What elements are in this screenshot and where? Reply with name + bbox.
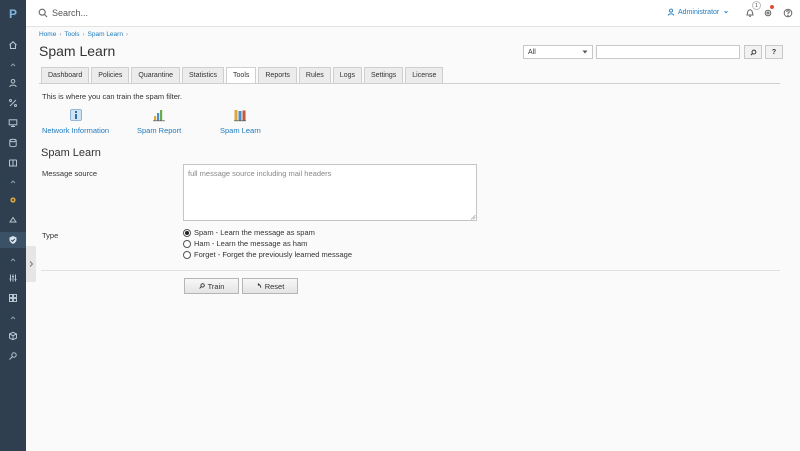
notification-count-badge: 1 <box>752 1 761 10</box>
breadcrumb: Home › Tools › Spam Learn › <box>39 31 128 38</box>
tool-spam-report-label: Spam Report <box>137 126 182 135</box>
tab-rules[interactable]: Rules <box>298 67 331 83</box>
chevron-up-icon[interactable] <box>0 174 26 190</box>
user-menu[interactable]: Administrator <box>667 8 730 16</box>
tab-quarantine[interactable]: Quarantine <box>131 67 181 83</box>
radio-option-ham[interactable]: Ham - Learn the message as ham <box>183 239 307 248</box>
tab-policies[interactable]: Policies <box>91 67 130 83</box>
database-icon[interactable] <box>0 135 26 151</box>
breadcrumb-tools[interactable]: Tools <box>64 31 79 38</box>
resize-grip-icon[interactable] <box>470 214 476 220</box>
recycle-icon[interactable] <box>0 212 26 228</box>
radio-selected-dot <box>185 230 189 235</box>
box-icon[interactable] <box>0 328 26 344</box>
filter-search-input[interactable] <box>596 45 740 59</box>
radio-spam[interactable] <box>183 228 191 237</box>
breadcrumb-separator-icon: › <box>82 31 85 38</box>
chevron-up-icon[interactable] <box>0 252 26 268</box>
message-source-textarea[interactable] <box>183 164 477 221</box>
chevron-down-icon <box>724 10 729 14</box>
breadcrumb-separator-icon: › <box>59 31 62 38</box>
spam-report-icon <box>153 110 166 122</box>
train-button[interactable]: Train <box>184 278 239 294</box>
train-button-label: Train <box>207 281 225 291</box>
sidebar-toggle[interactable] <box>26 246 36 282</box>
filter-select-value: All <box>528 48 536 56</box>
user-name: Administrator <box>678 8 720 16</box>
gear-icon[interactable] <box>0 192 26 208</box>
user-icon <box>667 8 675 16</box>
radio-ham[interactable] <box>183 239 191 248</box>
tool-spam-report[interactable]: Spam Report <box>137 108 181 135</box>
radio-ham-label: Ham - Learn the message as ham <box>194 239 308 248</box>
search-icon <box>38 8 48 18</box>
tool-network-information-label: Network Information <box>42 126 110 135</box>
percent-icon[interactable] <box>0 95 26 111</box>
settings-icon[interactable] <box>763 8 773 18</box>
intro-text: This is where you can train the spam fil… <box>42 92 183 101</box>
tab-logs[interactable]: Logs <box>332 67 362 83</box>
grid-icon[interactable] <box>0 290 26 306</box>
home-icon[interactable] <box>0 37 26 53</box>
search-input[interactable] <box>52 6 252 20</box>
tool-network-information[interactable]: Network Information <box>42 108 109 135</box>
undo-icon <box>257 283 261 288</box>
radio-forget-label: Forget - Forget the previously learned m… <box>194 250 352 259</box>
tab-license[interactable]: License <box>405 67 444 83</box>
radio-spam-label: Spam - Learn the message as spam <box>194 228 315 237</box>
form-divider <box>41 270 780 271</box>
monitor-icon[interactable] <box>0 115 26 131</box>
chevron-up-icon[interactable] <box>0 57 26 73</box>
tab-divider <box>39 83 780 84</box>
reset-button[interactable]: Reset <box>242 278 298 294</box>
tab-reports[interactable]: Reports <box>258 67 297 83</box>
tab-tools[interactable]: Tools <box>226 67 257 83</box>
radio-option-forget[interactable]: Forget - Forget the previously learned m… <box>183 250 352 259</box>
dropdown-arrow-icon <box>582 50 588 54</box>
section-title: Spam Learn <box>41 147 101 159</box>
filter-select[interactable]: All <box>523 45 593 59</box>
wrench-icon[interactable] <box>0 348 26 364</box>
radio-option-spam[interactable]: Spam - Learn the message as spam <box>183 228 315 237</box>
radio-forget[interactable] <box>183 250 191 259</box>
filter-search-button[interactable] <box>744 45 762 59</box>
tab-bar: Dashboard Policies Quarantine Statistics… <box>41 67 445 83</box>
breadcrumb-separator-icon: › <box>125 31 128 38</box>
tab-dashboard[interactable]: Dashboard <box>41 67 90 83</box>
type-label: Type <box>42 231 59 240</box>
breadcrumb-spam-learn[interactable]: Spam Learn <box>88 31 123 38</box>
app-logo[interactable]: P <box>0 0 26 27</box>
reset-button-label: Reset <box>264 281 285 291</box>
tool-spam-learn-label: Spam Learn <box>220 126 261 135</box>
sliders-icon[interactable] <box>0 270 26 286</box>
alert-dot <box>770 5 774 9</box>
breadcrumb-home[interactable]: Home <box>39 31 56 38</box>
topbar: Administrator 1 <box>26 0 800 27</box>
help-icon[interactable] <box>783 8 793 18</box>
shield-icon[interactable] <box>0 232 26 248</box>
page-title: Spam Learn <box>39 43 116 59</box>
spam-learn-icon <box>234 110 247 122</box>
search-icon <box>750 49 756 55</box>
tab-statistics[interactable]: Statistics <box>182 67 225 83</box>
search-icon <box>198 283 205 289</box>
tool-spam-learn[interactable]: Spam Learn <box>220 108 261 135</box>
network-info-icon <box>69 109 82 121</box>
question-icon: ? <box>771 48 777 56</box>
chevron-up-icon[interactable] <box>0 310 26 326</box>
filter-help-button[interactable]: ? <box>765 45 783 59</box>
tab-settings[interactable]: Settings <box>363 67 404 83</box>
book-icon[interactable] <box>0 155 26 171</box>
user-icon[interactable] <box>0 75 26 91</box>
message-source-label: Message source <box>42 169 98 178</box>
sidebar: P <box>0 0 26 451</box>
